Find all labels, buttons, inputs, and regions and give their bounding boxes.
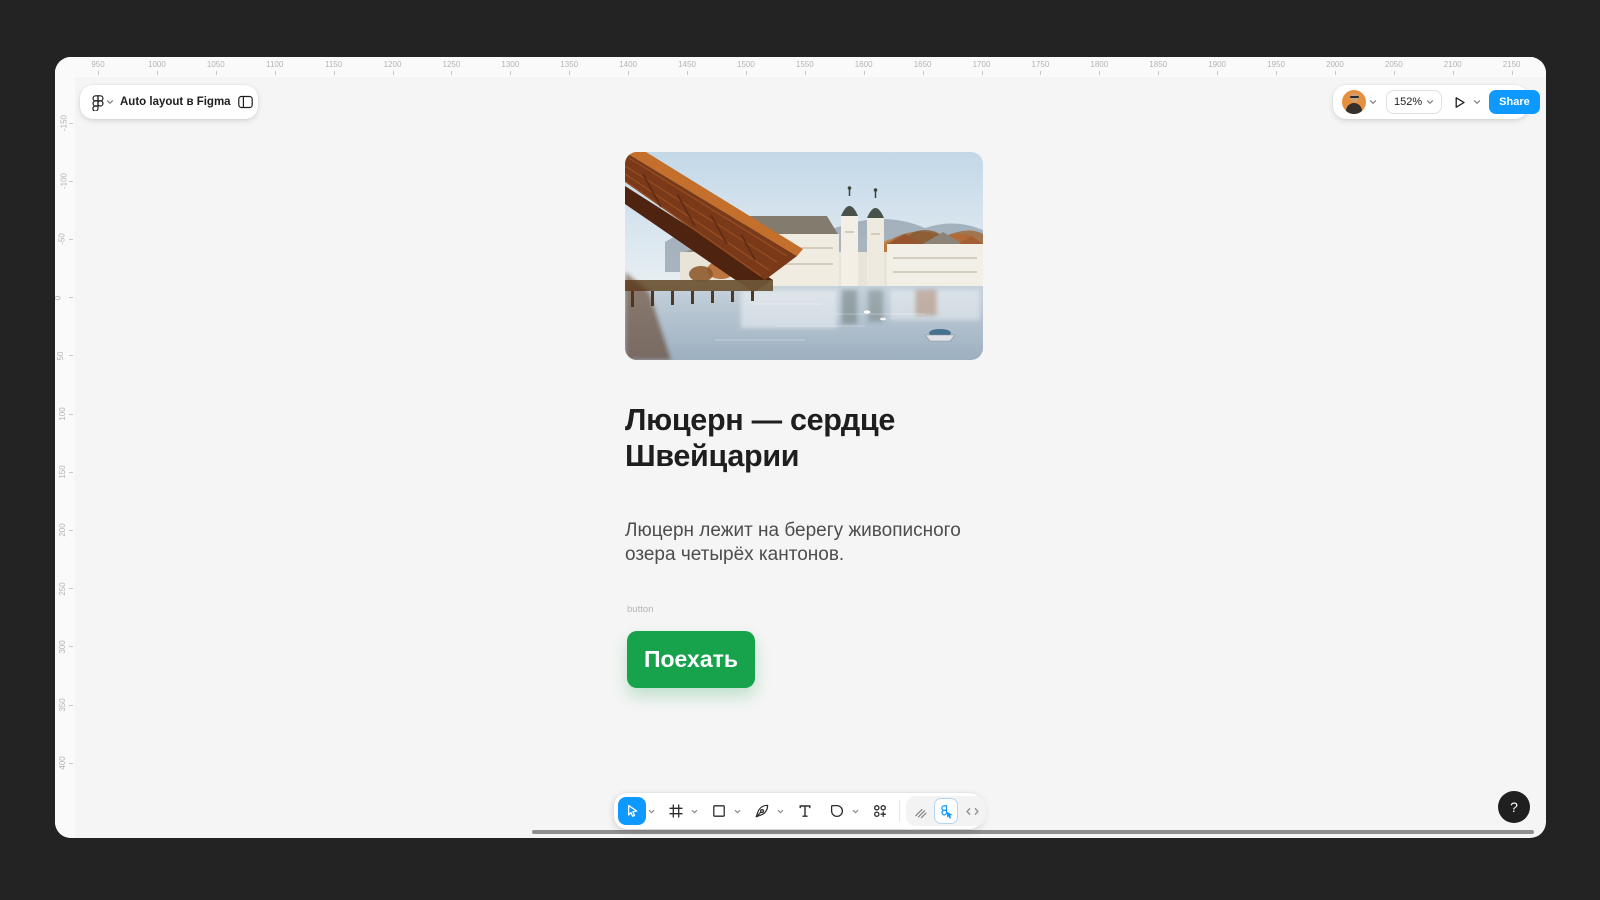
chevron-down-icon [1426,98,1434,106]
comment-bubble-icon [829,803,845,819]
lucerne-photo-illustration [625,152,983,360]
frame-icon [668,803,684,819]
toolbar-divider [899,800,900,822]
heading-text-layer[interactable]: Люцерн — сердце Швейцарии [625,403,957,474]
present-button[interactable] [1452,95,1467,110]
layer-name-label: button [627,604,653,615]
draw-marker-icon [913,804,928,819]
cursor-icon [624,803,640,819]
design-mode-button[interactable] [934,798,958,824]
chevron-down-icon [691,808,698,815]
zoom-level-dropdown[interactable]: 152% [1386,90,1442,114]
dev-mode-button[interactable] [960,798,984,824]
mode-switcher [906,796,986,826]
figma-window: 9501000105011001150120012501300135014001… [55,57,1546,838]
share-button[interactable]: Share [1489,90,1540,114]
lucerne-image[interactable] [625,152,983,360]
pen-tool[interactable] [749,797,775,825]
zoom-level-value: 152% [1394,96,1422,108]
main-menu-button[interactable] [90,94,114,111]
ruler-top: 9501000105011001150120012501300135014001… [55,57,1546,77]
chevron-down-icon [734,808,741,815]
help-button[interactable]: ? [1498,791,1530,823]
text-tool[interactable] [792,797,818,825]
present-options-button[interactable] [1471,88,1482,116]
tools-toolbar [614,793,983,829]
cta-button-layer[interactable]: Поехать [627,631,755,688]
frame-tool[interactable] [663,797,689,825]
file-menu-pill: Auto layout в Figma [80,85,258,119]
chevron-down-icon [777,808,784,815]
chevron-down-icon [852,808,859,815]
move-tool[interactable] [618,797,646,825]
frame-tool-options[interactable] [689,797,700,825]
account-menu-button[interactable] [1342,90,1377,114]
horizontal-scrollbar[interactable] [532,830,1534,834]
shape-tool-options[interactable] [732,797,743,825]
paragraph-text-layer[interactable]: Люцерн лежит на берегу живописного озера… [625,519,977,567]
design-canvas[interactable]: Люцерн — сердце Швейцарии Люцерн лежит н… [55,57,1546,838]
play-icon [1452,95,1467,110]
header-actions-pill: 152% Share [1333,85,1528,119]
ruler-left: -150-100-50050100150200250300350400 [55,57,75,838]
avatar [1342,90,1366,114]
chevron-down-icon [106,98,114,106]
chevron-down-icon [1369,98,1377,106]
figma-logo-icon [90,94,106,111]
file-title: Auto layout в Figma [120,96,231,108]
shape-tool[interactable] [706,797,732,825]
layout-panel-icon [237,94,254,110]
dev-mode-code-icon [965,804,980,819]
pen-icon [754,803,770,819]
chevron-down-icon [1473,98,1481,106]
design-mode-icon [939,804,954,819]
move-tool-options[interactable] [646,797,657,825]
comment-tool[interactable] [824,797,850,825]
toggle-panels-button[interactable] [237,94,254,110]
rectangle-icon [711,803,727,819]
chevron-down-icon [648,808,655,815]
actions-icon [872,803,888,819]
text-icon [797,803,813,819]
comment-tool-options[interactable] [850,797,861,825]
draw-mode-button[interactable] [908,798,932,824]
actions-button[interactable] [867,797,893,825]
pen-tool-options[interactable] [775,797,786,825]
